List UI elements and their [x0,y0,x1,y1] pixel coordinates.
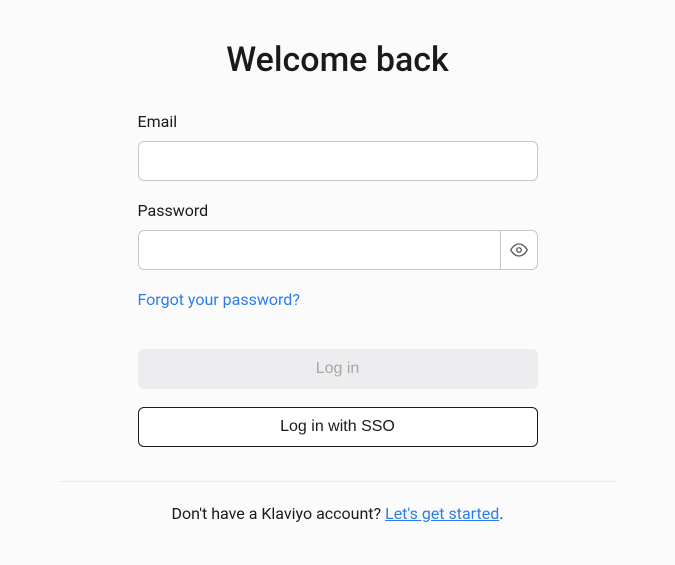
password-label: Password [138,201,538,220]
toggle-password-visibility-button[interactable] [500,230,538,270]
login-form: Email Password Forgot your password? Log… [138,112,538,447]
divider [60,481,615,482]
footer-prompt: Don't have a Klaviyo account? [172,504,386,523]
password-field-group: Password [138,201,538,270]
password-input[interactable] [138,230,500,270]
password-row [138,230,538,270]
eye-icon [510,241,528,259]
email-input[interactable] [138,141,538,181]
email-label: Email [138,112,538,131]
forgot-password-link[interactable]: Forgot your password? [138,290,300,309]
get-started-link[interactable]: Let's get started [385,504,499,523]
page-title: Welcome back [226,40,449,80]
login-container: Welcome back Email Password Forgot your … [138,40,538,565]
footer-suffix: . [499,504,503,523]
footer-text: Don't have a Klaviyo account? Let's get … [172,504,504,523]
sso-login-button[interactable]: Log in with SSO [138,407,538,447]
email-field-group: Email [138,112,538,181]
login-button[interactable]: Log in [138,349,538,389]
